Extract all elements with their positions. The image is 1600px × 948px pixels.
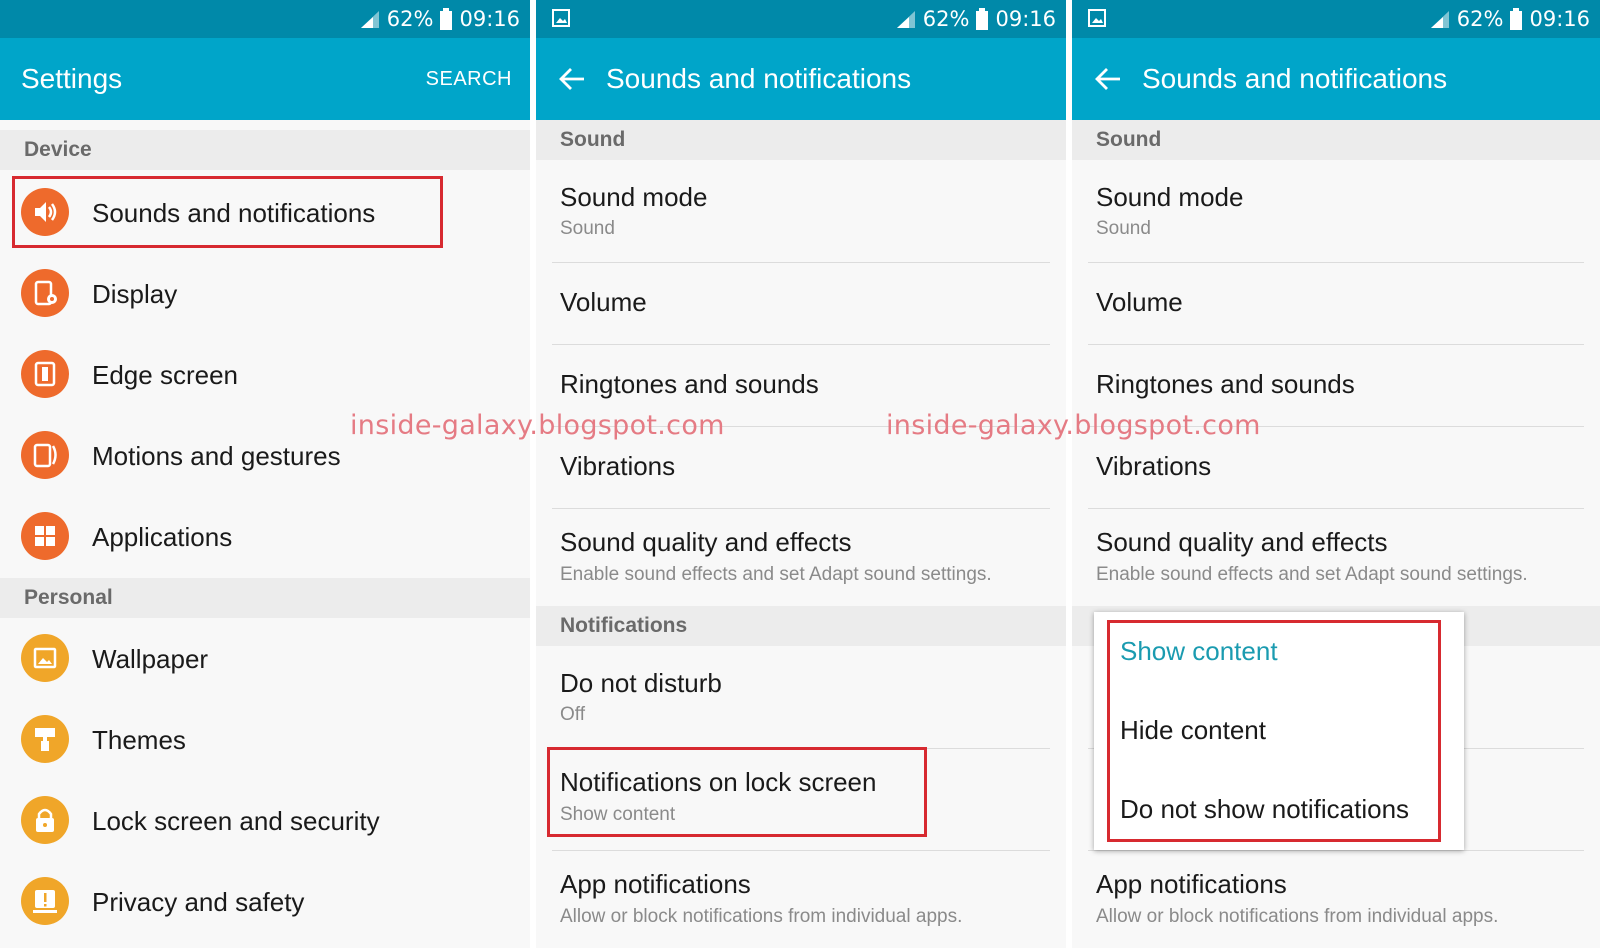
row-value: Sound (1096, 218, 1151, 239)
settings-item-label: Motions and gestures (92, 441, 341, 471)
settings-item-edge-screen[interactable]: Edge screen (0, 334, 530, 414)
section-header-device: Device (0, 130, 530, 170)
battery-icon (1510, 8, 1523, 30)
section-header-personal: Personal (0, 578, 530, 618)
gallery-notification-icon (1088, 9, 1106, 27)
highlight-box (12, 176, 443, 248)
signal-icon (360, 11, 379, 28)
battery-percent: 62% (1456, 7, 1504, 31)
row-value: Off (560, 704, 585, 725)
applications-grid-icon (21, 512, 69, 560)
sounds-notifications-screen: 62% 09:16 Sounds and notifications Sound… (536, 0, 1066, 948)
settings-app-bar: Settings SEARCH (0, 38, 530, 120)
page-title: Sounds and notifications (1142, 63, 1448, 94)
row-title: Volume (560, 287, 647, 317)
row-title: Volume (1096, 287, 1183, 317)
settings-item-applications[interactable]: Applications (0, 496, 530, 576)
row-subtitle: Allow or block notifications from indivi… (560, 906, 963, 927)
section-header-notifications: Notifications (536, 606, 1066, 646)
clock: 09:16 (995, 7, 1056, 31)
settings-item-themes[interactable]: Themes (0, 699, 530, 779)
settings-item-label: Themes (92, 725, 186, 755)
sound-mode-row[interactable]: Sound mode Sound (1072, 160, 1600, 260)
row-value: Sound (560, 218, 615, 239)
back-arrow-icon[interactable] (1094, 65, 1122, 93)
battery-icon (440, 8, 453, 30)
signal-icon (896, 11, 915, 28)
back-arrow-icon[interactable] (558, 65, 586, 93)
row-title: Ringtones and sounds (1096, 369, 1355, 399)
volume-row[interactable]: Volume (1072, 263, 1600, 343)
signal-icon (1430, 11, 1449, 28)
clock: 09:16 (1529, 7, 1590, 31)
lock-screen-options-screen: 62% 09:16 Sounds and notifications Sound… (1072, 0, 1600, 948)
lock-icon (21, 796, 69, 844)
search-button[interactable]: SEARCH (426, 38, 512, 120)
highlight-box (547, 747, 927, 837)
app-notifications-row[interactable]: App notifications Allow or block notific… (536, 851, 1066, 948)
row-title: Vibrations (1096, 451, 1212, 481)
paint-roller-icon (21, 715, 69, 763)
wallpaper-icon (21, 634, 69, 682)
status-bar: 62% 09:16 (1072, 0, 1600, 38)
settings-item-label: Wallpaper (92, 644, 209, 674)
sound-quality-row[interactable]: Sound quality and effects Enable sound e… (536, 509, 1066, 605)
sound-mode-row[interactable]: Sound mode Sound (536, 160, 1066, 260)
do-not-disturb-row[interactable]: Do not disturb Off (536, 646, 1066, 746)
row-title: Sound mode (1096, 182, 1244, 212)
status-bar: 62% 09:16 (536, 0, 1066, 38)
settings-item-label: Privacy and safety (92, 887, 305, 917)
row-title: Do not disturb (560, 668, 722, 698)
row-title: Ringtones and sounds (560, 369, 819, 399)
settings-screen: 62% 09:16 Settings SEARCH Device Sounds … (0, 0, 530, 948)
settings-item-wallpaper[interactable]: Wallpaper (0, 618, 530, 698)
watermark: inside-galaxy.blogspot.com (886, 410, 1261, 441)
section-header-sound: Sound (1072, 120, 1600, 160)
app-notifications-row[interactable]: App notifications Allow or block notific… (1072, 851, 1600, 948)
row-title: Sound quality and effects (560, 527, 852, 557)
clock: 09:16 (459, 7, 520, 31)
row-subtitle: Enable sound effects and set Adapt sound… (1096, 564, 1528, 585)
battery-percent: 62% (386, 7, 434, 31)
watermark: inside-galaxy.blogspot.com (350, 410, 725, 441)
row-title: Vibrations (560, 451, 676, 481)
row-subtitle: Enable sound effects and set Adapt sound… (560, 564, 992, 585)
row-title: App notifications (1096, 869, 1287, 899)
settings-item-label: Lock screen and security (92, 806, 380, 836)
settings-item-label: Display (92, 279, 178, 309)
settings-item-lock-screen-and-security[interactable]: Lock screen and security (0, 780, 530, 860)
page-title: Settings (21, 63, 123, 94)
display-settings-icon (21, 269, 69, 317)
volume-row[interactable]: Volume (536, 263, 1066, 343)
sound-quality-row[interactable]: Sound quality and effects Enable sound e… (1072, 509, 1600, 605)
row-subtitle: Allow or block notifications from indivi… (1096, 906, 1499, 927)
settings-item-privacy-and-safety[interactable]: Privacy and safety (0, 861, 530, 941)
motion-gesture-icon (21, 431, 69, 479)
highlight-box (1107, 620, 1441, 842)
row-title: Sound mode (560, 182, 708, 212)
status-bar: 62% 09:16 (0, 0, 530, 38)
section-header-sound: Sound (536, 120, 1066, 160)
sounds-app-bar: Sounds and notifications (1072, 38, 1600, 120)
page-title: Sounds and notifications (606, 63, 912, 94)
battery-percent: 62% (922, 7, 970, 31)
row-title: Sound quality and effects (1096, 527, 1388, 557)
edge-screen-icon (21, 350, 69, 398)
settings-item-label: Applications (92, 522, 233, 552)
gallery-notification-icon (552, 9, 570, 27)
sounds-app-bar: Sounds and notifications (536, 38, 1066, 120)
settings-item-display[interactable]: Display (0, 253, 530, 333)
row-title: App notifications (560, 869, 751, 899)
settings-item-label: Edge screen (92, 360, 238, 390)
privacy-alert-icon (21, 877, 69, 925)
battery-icon (976, 8, 989, 30)
